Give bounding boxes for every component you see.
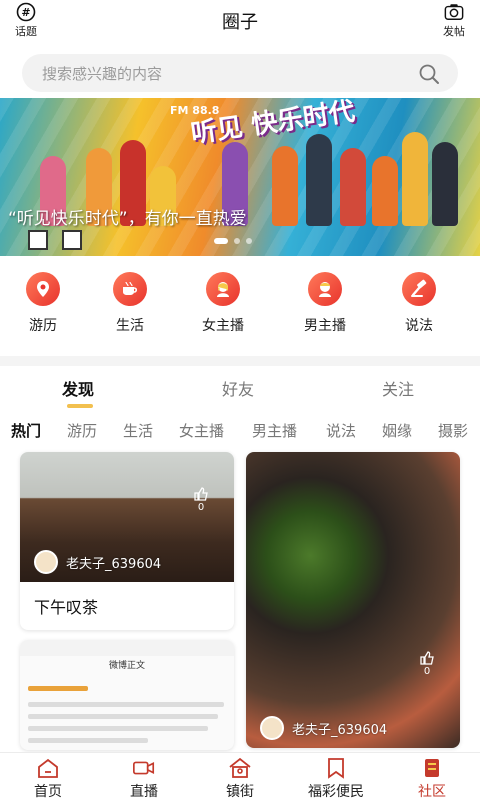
subtab-female-host[interactable]: 女主播 (179, 420, 224, 441)
carousel-dot[interactable] (246, 238, 252, 244)
tab-following[interactable]: 关注 (382, 376, 414, 400)
video-camera-icon (132, 757, 156, 779)
subtab-marriage[interactable]: 姻缘 (382, 420, 412, 441)
post-image (246, 452, 460, 748)
nav-community[interactable]: 社区 (384, 757, 480, 800)
subtab-life[interactable]: 生活 (123, 420, 153, 441)
avatar (34, 550, 58, 574)
banner-person (432, 142, 458, 226)
promo-banner[interactable]: FM 88.8 听见 快乐时代 “听见快乐时代”，有你一直热爱 (0, 98, 480, 256)
like-count: 0 (423, 666, 431, 677)
text-line (28, 714, 218, 719)
female-host-icon (206, 272, 240, 306)
qr-code (28, 230, 48, 250)
like-button[interactable]: 0 (416, 650, 438, 677)
camera-icon (444, 2, 464, 22)
banner-person (306, 134, 332, 226)
carousel-dots (214, 238, 252, 244)
nav-label: 镇街 (226, 784, 254, 800)
nav-home[interactable]: 首页 (0, 757, 96, 800)
coffee-cup-icon (113, 272, 147, 306)
text-line (28, 726, 208, 731)
subtab-photography[interactable]: 摄影 (438, 420, 468, 441)
text-line (28, 738, 148, 743)
text-line (28, 702, 224, 707)
tab-discover[interactable]: 发现 (62, 376, 94, 400)
post-button[interactable]: 发帖 (432, 2, 476, 42)
category-label: 游历 (29, 318, 57, 334)
primary-tabs: 发现 好友 关注 (0, 368, 480, 410)
subtab-travel[interactable]: 游历 (67, 420, 97, 441)
author-name: 老夫子_639604 (66, 556, 162, 572)
category-label: 女主播 (202, 318, 244, 334)
page-title: 圈子 (222, 12, 258, 33)
nav-label: 社区 (418, 784, 446, 800)
home-icon (36, 757, 60, 779)
subtab-hot[interactable]: 热门 (11, 420, 41, 441)
section-divider (0, 356, 480, 366)
post-label: 发帖 (443, 25, 465, 38)
category-travel[interactable]: 游历 (8, 272, 78, 335)
bookmark-icon (324, 757, 348, 779)
avatar (260, 716, 284, 740)
category-row: 游历 生活 女主播 男主播 说法 (0, 272, 480, 348)
tab-indicator (67, 404, 93, 408)
banner-person (402, 132, 428, 226)
category-female-host[interactable]: 女主播 (188, 272, 258, 335)
thumbs-up-icon (420, 651, 434, 665)
category-label: 男主播 (304, 318, 346, 334)
banner-person (340, 148, 366, 226)
feed-card[interactable]: 0 老夫子_639604 (246, 452, 460, 748)
embedded-status-bar (20, 640, 234, 656)
thumbs-up-icon (194, 487, 208, 501)
like-button[interactable]: 0 (190, 486, 212, 513)
feed-card[interactable]: 0 老夫子_639604 下午叹茶 (20, 452, 234, 630)
tab-friends[interactable]: 好友 (222, 376, 254, 400)
subtab-law[interactable]: 说法 (326, 420, 356, 441)
category-law[interactable]: 说法 (384, 272, 454, 335)
embedded-nav-title: 微博正文 (108, 661, 145, 671)
category-male-host[interactable]: 男主播 (290, 272, 360, 335)
banner-slogan: “听见快乐时代”，有你一直热爱 (8, 209, 247, 229)
nav-label: 福彩便民 (308, 784, 364, 800)
post-author[interactable]: 老夫子_639604 (260, 716, 387, 740)
carousel-dot[interactable] (214, 238, 228, 244)
like-count: 0 (197, 502, 205, 513)
community-icon (420, 757, 444, 779)
nav-town[interactable]: 镇街 (192, 757, 288, 800)
subtab-male-host[interactable]: 男主播 (252, 420, 297, 441)
map-pin-icon (26, 272, 60, 306)
male-host-icon (308, 272, 342, 306)
bottom-nav: 首页 直播 镇街 福彩便民 社区 (0, 752, 480, 800)
category-label: 说法 (405, 318, 433, 334)
gavel-icon (402, 272, 436, 306)
search-input[interactable]: 搜索感兴趣的内容 (22, 54, 458, 92)
category-life[interactable]: 生活 (95, 272, 165, 335)
author-name: 老夫子_639604 (292, 722, 388, 738)
qr-code (62, 230, 82, 250)
nav-live[interactable]: 直播 (96, 757, 192, 800)
carousel-dot[interactable] (234, 238, 240, 244)
banner-person (272, 146, 298, 226)
post-title: 下午叹茶 (34, 598, 99, 617)
text-line (28, 686, 88, 691)
banner-person (372, 156, 398, 226)
feed-card[interactable]: 微博正文 (20, 640, 234, 750)
town-icon (228, 757, 252, 779)
search-placeholder: 搜索感兴趣的内容 (42, 65, 163, 83)
search-icon[interactable] (418, 63, 440, 89)
top-header: # 话题 圈子 发帖 (0, 0, 480, 44)
post-author[interactable]: 老夫子_639604 (34, 550, 161, 574)
category-label: 生活 (116, 318, 144, 334)
secondary-tabs: 热门 游历 生活 女主播 男主播 说法 姻缘 摄影 (0, 418, 480, 444)
nav-label: 直播 (130, 784, 158, 800)
nav-lottery-service[interactable]: 福彩便民 (288, 757, 384, 800)
nav-label: 首页 (34, 784, 62, 800)
